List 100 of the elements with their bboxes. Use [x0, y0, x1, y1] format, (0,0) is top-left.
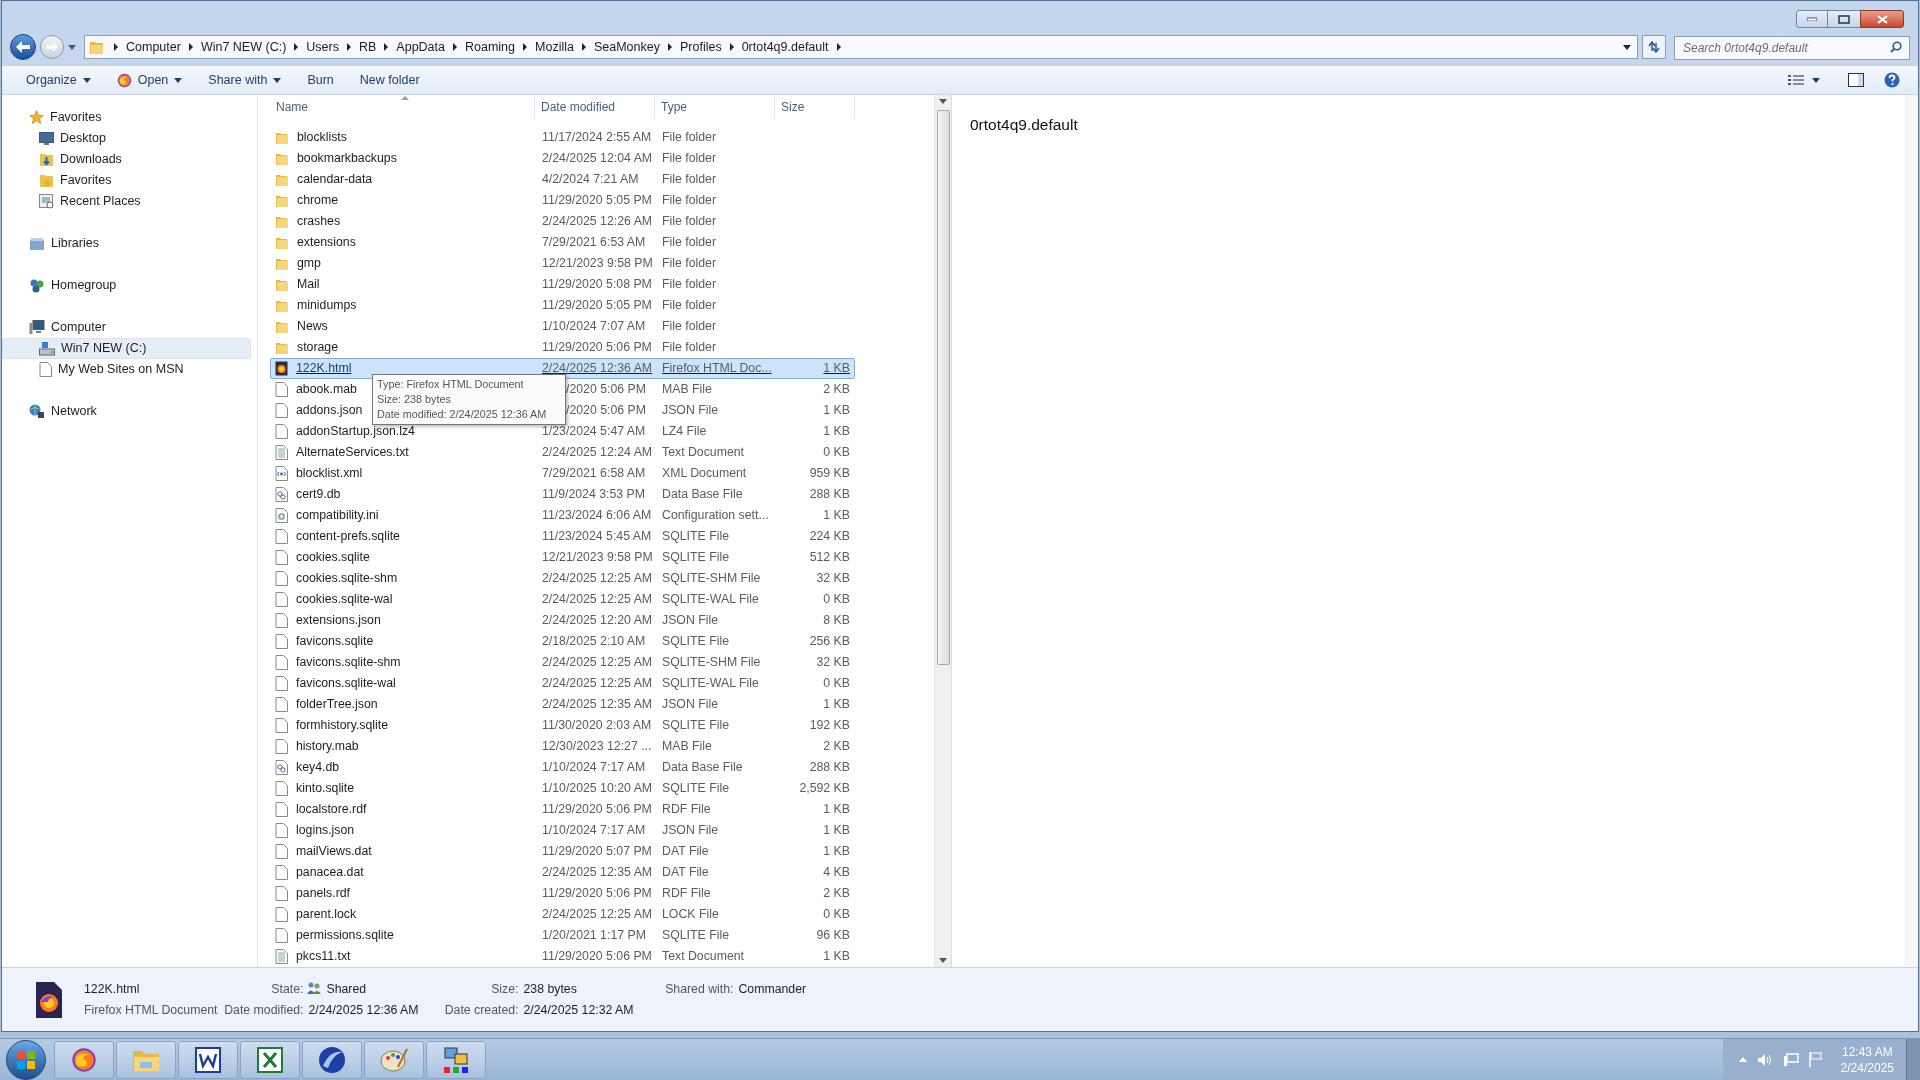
file-name: formhistory.sqlite	[296, 717, 389, 735]
file-row[interactable]: mailViews.dat 11/29/2020 5:07 PM DAT File 1 KB	[270, 841, 855, 862]
toolbar-button[interactable]: Share with	[196, 68, 294, 92]
file-row[interactable]: permissions.sqlite 1/20/2021 1:17 PM SQLITE File 96 KB	[270, 925, 855, 946]
file-row[interactable]: cookies.sqlite-wal 2/24/2025 12:25 AM SQLITE-WAL File 0 KB	[270, 589, 855, 610]
start-button[interactable]	[6, 1039, 46, 1080]
file-row[interactable]: pkcs11.txt 11/29/2020 5:06 PM Text Document 1 KB	[270, 946, 855, 967]
search-field[interactable]: Search 0rtot4q9.default	[1674, 36, 1910, 60]
file-row[interactable]: gmp 12/21/2023 9:58 PM File folder	[270, 253, 855, 274]
address-field[interactable]: Computer Win7 NEW (C:) Users RB AppData Roaming Mozilla SeaMonkey Profiles 0rtot4q9.default	[84, 35, 1638, 59]
file-name: bookmarkbackups	[297, 150, 397, 168]
breadcrumb[interactable]: Profiles	[679, 37, 722, 57]
taskbar-button[interactable]	[54, 1040, 114, 1079]
close-button[interactable]	[1860, 10, 1904, 28]
sidebar-item[interactable]: Win7 NEW (C:)	[2, 338, 251, 359]
breadcrumb[interactable]: 0rtot4q9.default	[741, 37, 829, 57]
file-row[interactable]: calendar-data 4/2/2024 7:21 AM File folder	[270, 169, 855, 190]
file-row[interactable]: AlternateServices.txt 2/24/2025 12:24 AM Text Document 0 KB	[270, 442, 855, 463]
file-row[interactable]: extensions.json 2/24/2025 12:20 AM JSON File 8 KB	[270, 610, 855, 631]
chevron-right-icon[interactable]	[113, 43, 119, 51]
file-row[interactable]: kinto.sqlite 1/10/2025 10:20 AM SQLITE File 2,592 KB	[270, 778, 855, 799]
file-row[interactable]: parent.lock 2/24/2025 12:25 AM LOCK File 0 KB	[270, 904, 855, 925]
taskbar-button[interactable]	[240, 1040, 300, 1079]
column-header[interactable]: Date modified	[535, 95, 655, 119]
maximize-button[interactable]	[1828, 10, 1860, 28]
chevron-right-icon[interactable]	[666, 43, 673, 51]
file-row[interactable]: favicons.sqlite 2/18/2025 2:10 AM SQLITE File 256 KB	[270, 631, 855, 652]
file-row[interactable]: favicons.sqlite-shm 2/24/2025 12:25 AM SQLITE-SHM File 32 KB	[270, 652, 855, 673]
file-row[interactable]: cookies.sqlite-shm 2/24/2025 12:25 AM SQLITE-SHM File 32 KB	[270, 568, 855, 589]
sidebar-item[interactable]: Homegroup	[2, 275, 251, 296]
chevron-right-icon[interactable]	[728, 43, 735, 51]
file-row[interactable]: extensions 7/29/2021 6:53 AM File folder	[270, 232, 855, 253]
breadcrumb[interactable]: AppData	[396, 37, 445, 57]
chevron-right-icon[interactable]	[580, 43, 587, 51]
column-header[interactable]: Size	[775, 95, 855, 119]
file-row[interactable]: key4.db 1/10/2024 7:17 AM Data Base File 288 KB	[270, 757, 855, 778]
file-row[interactable]: bookmarkbackups 2/24/2025 12:04 AM File folder	[270, 148, 855, 169]
file-row[interactable]: chrome 11/29/2020 5:05 PM File folder	[270, 190, 855, 211]
sidebar-item[interactable]: Recent Places	[2, 191, 251, 212]
file-row[interactable]: crashes 2/24/2025 12:26 AM File folder	[270, 211, 855, 232]
back-button[interactable]	[10, 34, 36, 60]
sidebar-item[interactable]: Network	[2, 401, 251, 422]
file-row[interactable]: Mail 11/29/2020 5:08 PM File folder	[270, 274, 855, 295]
breadcrumb[interactable]: Roaming	[465, 37, 516, 57]
scrollbar[interactable]	[934, 95, 951, 967]
details-file-type: Firefox HTML Document	[84, 1002, 218, 1019]
file-row[interactable]: favicons.sqlite-wal 2/24/2025 12:25 AM SQLITE-WAL File 0 KB	[270, 673, 855, 694]
sidebar-item[interactable]: My Web Sites on MSN	[2, 359, 251, 380]
file-row[interactable]: addonStartup.json.lz4 1/23/2024 5:47 AM LZ4 File 1 KB	[270, 421, 855, 442]
file-row[interactable]: panels.rdf 11/29/2020 5:06 PM RDF File 2 KB	[270, 883, 855, 904]
chevron-right-icon[interactable]	[345, 43, 352, 51]
toolbar-button[interactable]: Organize	[14, 68, 103, 92]
chevron-right-icon[interactable]	[522, 43, 529, 51]
chevron-right-icon[interactable]	[835, 43, 842, 51]
column-header[interactable]: Type	[655, 95, 775, 119]
file-icon	[275, 928, 288, 943]
breadcrumb[interactable]: Mozilla	[535, 37, 574, 57]
chevron-right-icon[interactable]	[187, 43, 194, 51]
breadcrumb[interactable]: RB	[358, 37, 377, 57]
file-row[interactable]: blocklists 11/17/2024 2:55 AM File folder	[270, 127, 855, 148]
file-row[interactable]: logins.json 1/10/2024 7:17 AM JSON File 1 KB	[270, 820, 855, 841]
file-row[interactable]: minidumps 11/29/2020 5:05 PM File folder	[270, 295, 855, 316]
breadcrumb[interactable]: Computer	[126, 37, 181, 57]
sidebar-item[interactable]: Favorites	[2, 107, 251, 128]
file-row[interactable]: content-prefs.sqlite 11/23/2024 5:45 AM SQLITE File 224 KB	[270, 526, 855, 547]
chevron-right-icon[interactable]	[293, 43, 300, 51]
chevron-right-icon[interactable]	[383, 43, 390, 51]
file-row[interactable]: cert9.db 11/9/2024 3:53 PM Data Base File 288 KB	[270, 484, 855, 505]
preview-title: 0rtot4q9.default	[970, 115, 1079, 135]
file-row[interactable]: News 1/10/2024 7:07 AM File folder	[270, 316, 855, 337]
taskbar-button[interactable]	[302, 1040, 362, 1079]
toolbar-button[interactable]: Open	[104, 68, 195, 92]
toolbar-button[interactable]: New folder	[347, 68, 432, 92]
breadcrumb[interactable]: SeaMonkey	[593, 37, 660, 57]
sidebar-item[interactable]: Favorites	[2, 170, 251, 191]
file-row[interactable]: cookies.sqlite 12/21/2023 9:58 PM SQLITE File 512 KB	[270, 547, 855, 568]
file-row[interactable]: folderTree.json 2/24/2025 12:35 AM JSON File 1 KB	[270, 694, 855, 715]
file-row[interactable]: blocklist.xml 7/29/2021 6:58 AM XML Document 959 KB	[270, 463, 855, 484]
breadcrumb[interactable]: Users	[306, 37, 339, 57]
minimize-button[interactable]	[1796, 10, 1828, 28]
date-modified: 7/29/2021 6:58 AM	[542, 465, 646, 483]
file-row[interactable]: formhistory.sqlite 11/30/2020 2:03 AM SQLITE File 192 KB	[270, 715, 855, 736]
file-row[interactable]: panacea.dat 2/24/2025 12:35 AM DAT File 4 KB	[270, 862, 855, 883]
taskbar-button[interactable]	[178, 1040, 238, 1079]
taskbar-button[interactable]	[426, 1040, 486, 1079]
sidebar-item[interactable]: Desktop	[2, 128, 251, 149]
file-row[interactable]: 122K.html 2/24/2025 12:36 AM Firefox HTML Doc... 1 KB	[270, 358, 855, 379]
chevron-right-icon[interactable]	[452, 43, 458, 51]
breadcrumb[interactable]: Win7 NEW (C:)	[200, 37, 287, 57]
file-row[interactable]: history.mab 12/30/2023 12:27 ... MAB File 2 KB	[270, 736, 855, 757]
refresh-button[interactable]	[1642, 35, 1666, 59]
sidebar-item[interactable]: Downloads	[2, 149, 251, 170]
file-size: 0 KB	[823, 906, 850, 924]
sidebar-item[interactable]: Libraries	[2, 233, 251, 254]
file-row[interactable]: localstore.rdf 11/29/2020 5:06 PM RDF File 1 KB	[270, 799, 855, 820]
file-type: SQLITE File	[662, 718, 729, 733]
toolbar-button[interactable]: Burn	[295, 68, 346, 92]
file-row[interactable]: compatibility.ini 11/23/2024 6:06 AM Configuration sett... 1 KB	[270, 505, 855, 526]
file-row[interactable]: storage 11/29/2020 5:06 PM File folder	[270, 337, 855, 358]
sidebar-item[interactable]: Computer	[2, 317, 251, 338]
